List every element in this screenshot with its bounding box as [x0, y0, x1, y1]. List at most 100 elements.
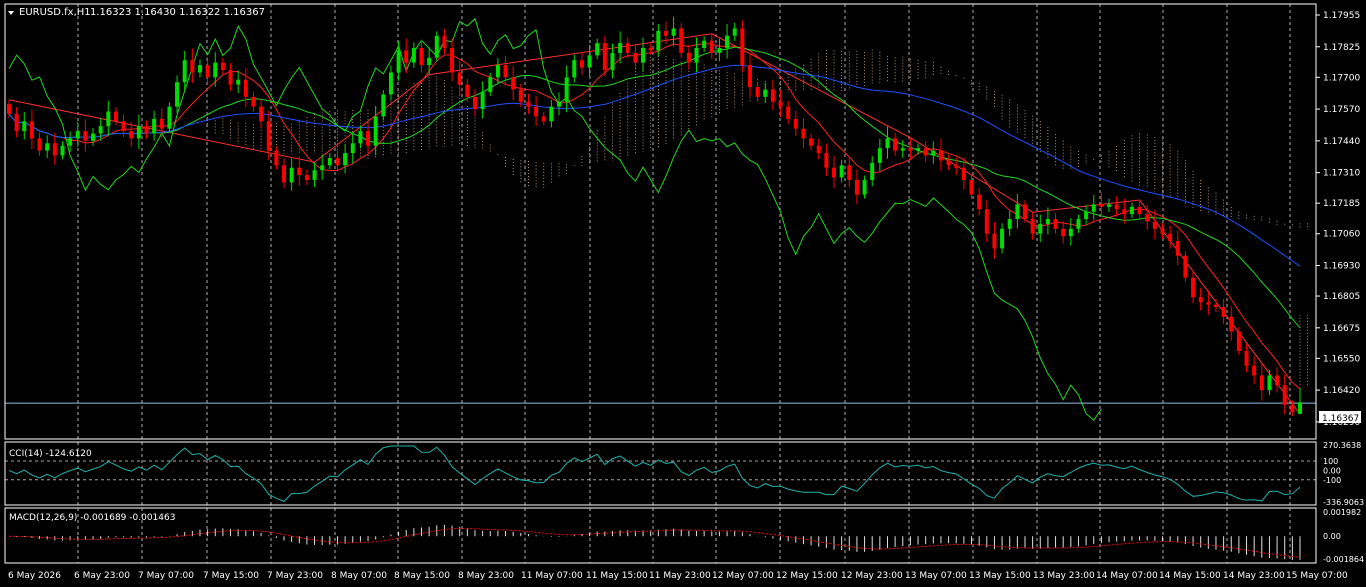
candle-body	[931, 150, 936, 156]
candle-body	[37, 138, 42, 151]
candle-body	[343, 153, 348, 166]
candle-body	[1000, 228, 1005, 249]
time-label: 7 May 15:00	[203, 571, 259, 581]
candle-body	[312, 170, 317, 180]
candle-body	[618, 43, 623, 53]
candle-body	[778, 101, 783, 107]
candle-body	[1114, 204, 1119, 210]
candle-body	[129, 131, 134, 139]
candle-body	[220, 62, 225, 70]
candle-body	[472, 96, 477, 110]
candle-body	[725, 35, 730, 48]
candle-body	[404, 50, 409, 63]
chart-background	[0, 0, 1366, 583]
bid-price-tag: 1.16367	[1319, 411, 1361, 424]
candle-body	[511, 77, 516, 90]
candle-body	[1068, 228, 1073, 237]
candle-body	[1175, 241, 1180, 256]
candle-body	[885, 138, 890, 149]
candle-body	[98, 126, 103, 134]
cci-axis-label: 100	[1323, 457, 1338, 466]
cci-axis-label: -100	[1323, 476, 1341, 485]
time-label: 6 May 2026	[8, 571, 61, 581]
candle-body	[625, 43, 630, 53]
candle-body	[557, 101, 562, 107]
candle-body	[83, 131, 88, 141]
bid-price-value: 1.16367	[1322, 414, 1359, 424]
candle-body	[740, 28, 745, 66]
price-label: 1.16550	[1323, 354, 1360, 364]
candle-body	[1022, 204, 1027, 220]
candle-body	[709, 40, 714, 53]
candle-body	[1168, 233, 1173, 242]
candle-body	[1275, 375, 1280, 386]
candle-body	[732, 28, 737, 36]
price-label: 1.17185	[1323, 199, 1360, 209]
candle-body	[1145, 214, 1150, 222]
candle-body	[541, 116, 546, 122]
candle-body	[564, 77, 569, 102]
candle-body	[266, 121, 271, 151]
candle-body	[213, 62, 218, 78]
candle-body	[755, 87, 760, 97]
candle-body	[961, 167, 966, 180]
candle-body	[480, 91, 485, 110]
time-label: 13 May 23:00	[1033, 571, 1095, 581]
macd-title: MACD(12,26,9) -0.001689 -0.001463	[9, 513, 175, 523]
time-label: 12 May 15:00	[776, 571, 838, 581]
candle-body	[824, 153, 829, 168]
candle-body	[832, 167, 837, 178]
time-label: 11 May 23:00	[649, 571, 711, 581]
candle-body	[686, 52, 691, 63]
candle-body	[847, 165, 852, 180]
time-label: 11 May 07:00	[521, 571, 583, 581]
candle-body	[182, 60, 187, 83]
candle-body	[1160, 228, 1165, 234]
candle-body	[465, 84, 470, 97]
candle-body	[52, 143, 57, 156]
candle-body	[68, 138, 73, 146]
candle-body	[1229, 316, 1234, 332]
time-label: 8 May 15:00	[394, 571, 450, 581]
price-label: 1.16675	[1323, 324, 1360, 334]
candle-body	[75, 131, 80, 139]
candle-body	[29, 121, 34, 139]
candle-body	[495, 65, 500, 78]
time-label: 12 May 23:00	[841, 571, 903, 581]
candle-body	[45, 143, 50, 151]
candle-body	[113, 111, 118, 122]
candle-body	[159, 118, 164, 129]
candle-body	[984, 209, 989, 234]
macd-axis-label: -0.001864	[1323, 555, 1364, 564]
candle-body	[1298, 402, 1302, 414]
candle-body	[908, 148, 913, 151]
candle-body	[366, 131, 371, 146]
candle-body	[854, 179, 859, 195]
candle-body	[648, 47, 653, 51]
candle-body	[1252, 365, 1257, 376]
candle-body	[197, 65, 202, 73]
candle-body	[1091, 204, 1096, 212]
candle-body	[534, 106, 539, 117]
candle-body	[289, 167, 294, 183]
time-label: 14 May 15:00	[1159, 571, 1221, 581]
candle-body	[610, 52, 615, 70]
candle-body	[1244, 351, 1249, 366]
candle-body	[717, 47, 722, 53]
candle-body	[938, 150, 943, 161]
candle-body	[396, 50, 401, 73]
candle-body	[106, 111, 111, 127]
candle-body	[1198, 297, 1203, 303]
ohlc-label: 1.16323 1.16430 1.16322 1.16367	[90, 7, 265, 18]
price-label: 1.17440	[1323, 137, 1360, 147]
candle-body	[671, 28, 676, 36]
candle-body	[1061, 228, 1066, 237]
candle-body	[992, 233, 997, 249]
candle-body	[801, 128, 806, 139]
candle-body	[1152, 221, 1157, 229]
candle-body	[91, 133, 96, 141]
candle-body	[251, 96, 256, 107]
candle-body	[663, 30, 668, 36]
candle-body	[602, 43, 607, 70]
candle-body	[121, 121, 126, 132]
